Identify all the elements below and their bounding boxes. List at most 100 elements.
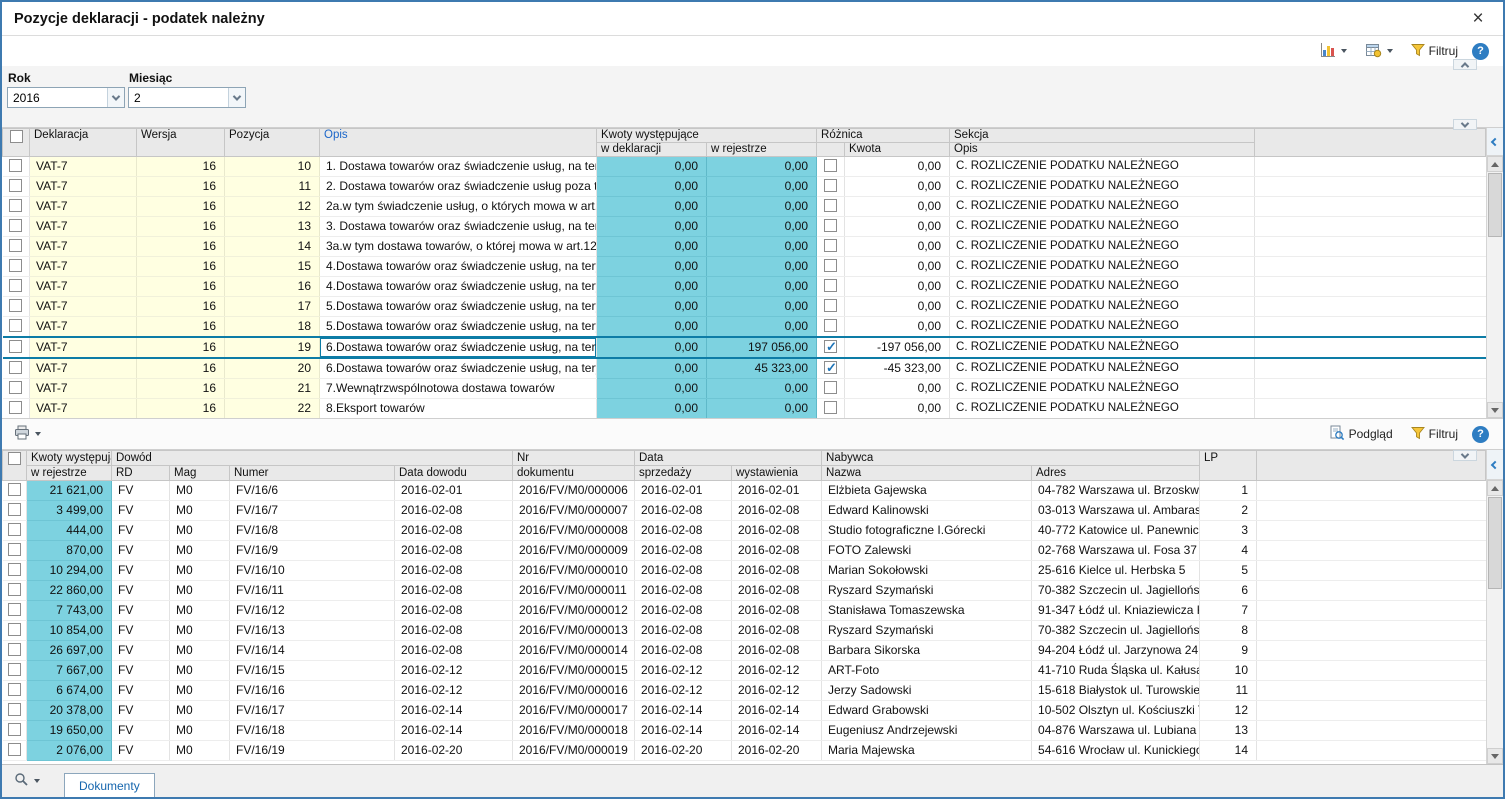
col-header-adres[interactable]: Adres: [1031, 465, 1201, 481]
col-header-opis[interactable]: Opis: [319, 128, 597, 157]
document-row[interactable]: 3 499,00 FV M0 FV/16/7 2016-02-08 2016/F…: [2, 500, 1486, 521]
expand-side-panel-button[interactable]: [1487, 450, 1503, 480]
row-checkbox[interactable]: [7, 723, 21, 737]
col-header-numer[interactable]: Numer: [229, 465, 395, 481]
roznica-checkbox[interactable]: [824, 259, 838, 273]
roznica-checkbox[interactable]: [824, 299, 838, 313]
row-checkbox[interactable]: [7, 483, 21, 497]
chart-button[interactable]: [1316, 40, 1351, 63]
row-checkbox[interactable]: [9, 361, 23, 375]
document-row[interactable]: 444,00 FV M0 FV/16/8 2016-02-08 2016/FV/…: [2, 520, 1486, 541]
chevron-down-icon[interactable]: [228, 88, 245, 107]
select-all-checkbox[interactable]: [9, 130, 23, 143]
collapse-documents-filter-button[interactable]: [1453, 449, 1477, 461]
roznica-checkbox[interactable]: [824, 339, 838, 356]
declaration-row[interactable]: VAT-7 16 20 6.Dostawa towarów oraz świad…: [2, 358, 1486, 379]
scroll-up-arrow[interactable]: [1487, 156, 1503, 172]
lower-vertical-scrollbar[interactable]: [1487, 480, 1503, 764]
roznica-checkbox[interactable]: [824, 319, 838, 333]
col-header-deklaracja[interactable]: Deklaracja: [29, 128, 137, 157]
declaration-row[interactable]: VAT-7 16 19 6.Dostawa towarów oraz świad…: [2, 336, 1486, 359]
document-row[interactable]: 20 378,00 FV M0 FV/16/17 2016-02-14 2016…: [2, 700, 1486, 721]
document-row[interactable]: 7 743,00 FV M0 FV/16/12 2016-02-08 2016/…: [2, 600, 1486, 621]
row-checkbox[interactable]: [7, 623, 21, 637]
roznica-checkbox[interactable]: [824, 358, 838, 377]
row-checkbox[interactable]: [7, 603, 21, 617]
print-button[interactable]: [10, 423, 45, 445]
document-row[interactable]: 870,00 FV M0 FV/16/9 2016-02-08 2016/FV/…: [2, 540, 1486, 561]
col-header-pozycja[interactable]: Pozycja: [224, 128, 320, 157]
row-checkbox[interactable]: [9, 239, 23, 253]
col-header-rd[interactable]: RD: [111, 465, 170, 481]
row-checkbox[interactable]: [9, 340, 23, 354]
roznica-checkbox[interactable]: [824, 239, 838, 253]
declaration-row[interactable]: VAT-7 16 10 1. Dostawa towarów oraz świa…: [2, 156, 1486, 177]
declaration-row[interactable]: VAT-7 16 16 4.Dostawa towarów oraz świad…: [2, 276, 1486, 297]
declaration-row[interactable]: VAT-7 16 17 5.Dostawa towarów oraz świad…: [2, 296, 1486, 317]
document-row[interactable]: 21 621,00 FV M0 FV/16/6 2016-02-01 2016/…: [2, 480, 1486, 501]
row-checkbox[interactable]: [7, 503, 21, 517]
table-analysis-button[interactable]: [1361, 40, 1397, 63]
scroll-down-arrow[interactable]: [1487, 402, 1503, 418]
row-checkbox[interactable]: [9, 299, 23, 313]
scrollbar-thumb[interactable]: [1488, 497, 1502, 589]
col-header-mag[interactable]: Mag: [169, 465, 230, 481]
row-checkbox[interactable]: [7, 643, 21, 657]
row-checkbox[interactable]: [7, 563, 21, 577]
row-checkbox[interactable]: [7, 703, 21, 717]
documents-filter-button[interactable]: Filtruj: [1407, 424, 1462, 445]
col-header-lp[interactable]: LP: [1199, 450, 1258, 481]
document-row[interactable]: 22 860,00 FV M0 FV/16/11 2016-02-08 2016…: [2, 580, 1486, 601]
col-header-data-wystawienia[interactable]: wystawienia: [730, 465, 823, 481]
document-row[interactable]: 2 076,00 FV M0 FV/16/19 2016-02-20 2016/…: [2, 740, 1486, 761]
col-header-kwota[interactable]: Kwota: [844, 142, 951, 157]
col-header-nr-dokumentu[interactable]: dokumentu: [512, 465, 635, 481]
locator-button[interactable]: [10, 770, 44, 792]
row-checkbox[interactable]: [9, 259, 23, 273]
document-row[interactable]: 19 650,00 FV M0 FV/16/18 2016-02-14 2016…: [2, 720, 1486, 741]
row-checkbox[interactable]: [7, 663, 21, 677]
year-select[interactable]: 2016: [7, 87, 125, 108]
document-row[interactable]: 10 854,00 FV M0 FV/16/13 2016-02-08 2016…: [2, 620, 1486, 641]
row-checkbox[interactable]: [7, 683, 21, 697]
select-all-checkbox[interactable]: [8, 452, 21, 465]
row-checkbox[interactable]: [7, 543, 21, 557]
preview-button[interactable]: Podgląd: [1325, 423, 1397, 446]
scrollbar-thumb[interactable]: [1488, 173, 1502, 237]
collapse-filter-button[interactable]: [1453, 118, 1477, 130]
col-header-w-rejestrze[interactable]: w rejestrze: [26, 465, 112, 481]
row-checkbox[interactable]: [9, 279, 23, 293]
declaration-row[interactable]: VAT-7 16 12 2a.w tym świadczenie usług, …: [2, 196, 1486, 217]
row-checkbox[interactable]: [9, 401, 23, 415]
row-checkbox[interactable]: [7, 583, 21, 597]
declaration-row[interactable]: VAT-7 16 18 5.Dostawa towarów oraz świad…: [2, 316, 1486, 338]
col-header-w-deklaracji[interactable]: w deklaracji: [596, 142, 707, 157]
declaration-row[interactable]: VAT-7 16 14 3a.w tym dostawa towarów, o …: [2, 236, 1486, 257]
document-row[interactable]: 26 697,00 FV M0 FV/16/14 2016-02-08 2016…: [2, 640, 1486, 661]
roznica-checkbox[interactable]: [824, 401, 838, 415]
upper-vertical-scrollbar[interactable]: [1487, 156, 1503, 418]
help-button[interactable]: ?: [1472, 42, 1489, 60]
collapse-toolbar-button[interactable]: [1453, 59, 1477, 71]
col-header-wersja[interactable]: Wersja: [136, 128, 225, 157]
documents-help-button[interactable]: ?: [1472, 425, 1489, 443]
row-checkbox[interactable]: [9, 219, 23, 233]
col-header-data-sprzedazy[interactable]: sprzedaży: [634, 465, 732, 481]
col-header-data-dowodu[interactable]: Data dowodu: [394, 465, 513, 481]
roznica-checkbox[interactable]: [824, 159, 838, 173]
document-row[interactable]: 6 674,00 FV M0 FV/16/16 2016-02-12 2016/…: [2, 680, 1486, 701]
roznica-checkbox[interactable]: [824, 199, 838, 213]
close-button[interactable]: ×: [1465, 8, 1491, 30]
roznica-checkbox[interactable]: [824, 279, 838, 293]
roznica-checkbox[interactable]: [824, 219, 838, 233]
scroll-up-arrow[interactable]: [1487, 480, 1503, 496]
declaration-row[interactable]: VAT-7 16 21 7.Wewnątrzwspólnotowa dostaw…: [2, 378, 1486, 399]
row-checkbox[interactable]: [7, 743, 21, 757]
declaration-row[interactable]: VAT-7 16 11 2. Dostawa towarów oraz świa…: [2, 176, 1486, 197]
roznica-checkbox[interactable]: [824, 179, 838, 193]
declaration-row[interactable]: VAT-7 16 22 8.Eksport towarów 0,00 0,00 …: [2, 398, 1486, 418]
expand-side-panel-button[interactable]: [1487, 128, 1503, 156]
col-header-w-rejestrze[interactable]: w rejestrze: [705, 142, 818, 157]
roznica-checkbox[interactable]: [824, 381, 838, 395]
col-header-nazwa[interactable]: Nazwa: [821, 465, 1033, 481]
